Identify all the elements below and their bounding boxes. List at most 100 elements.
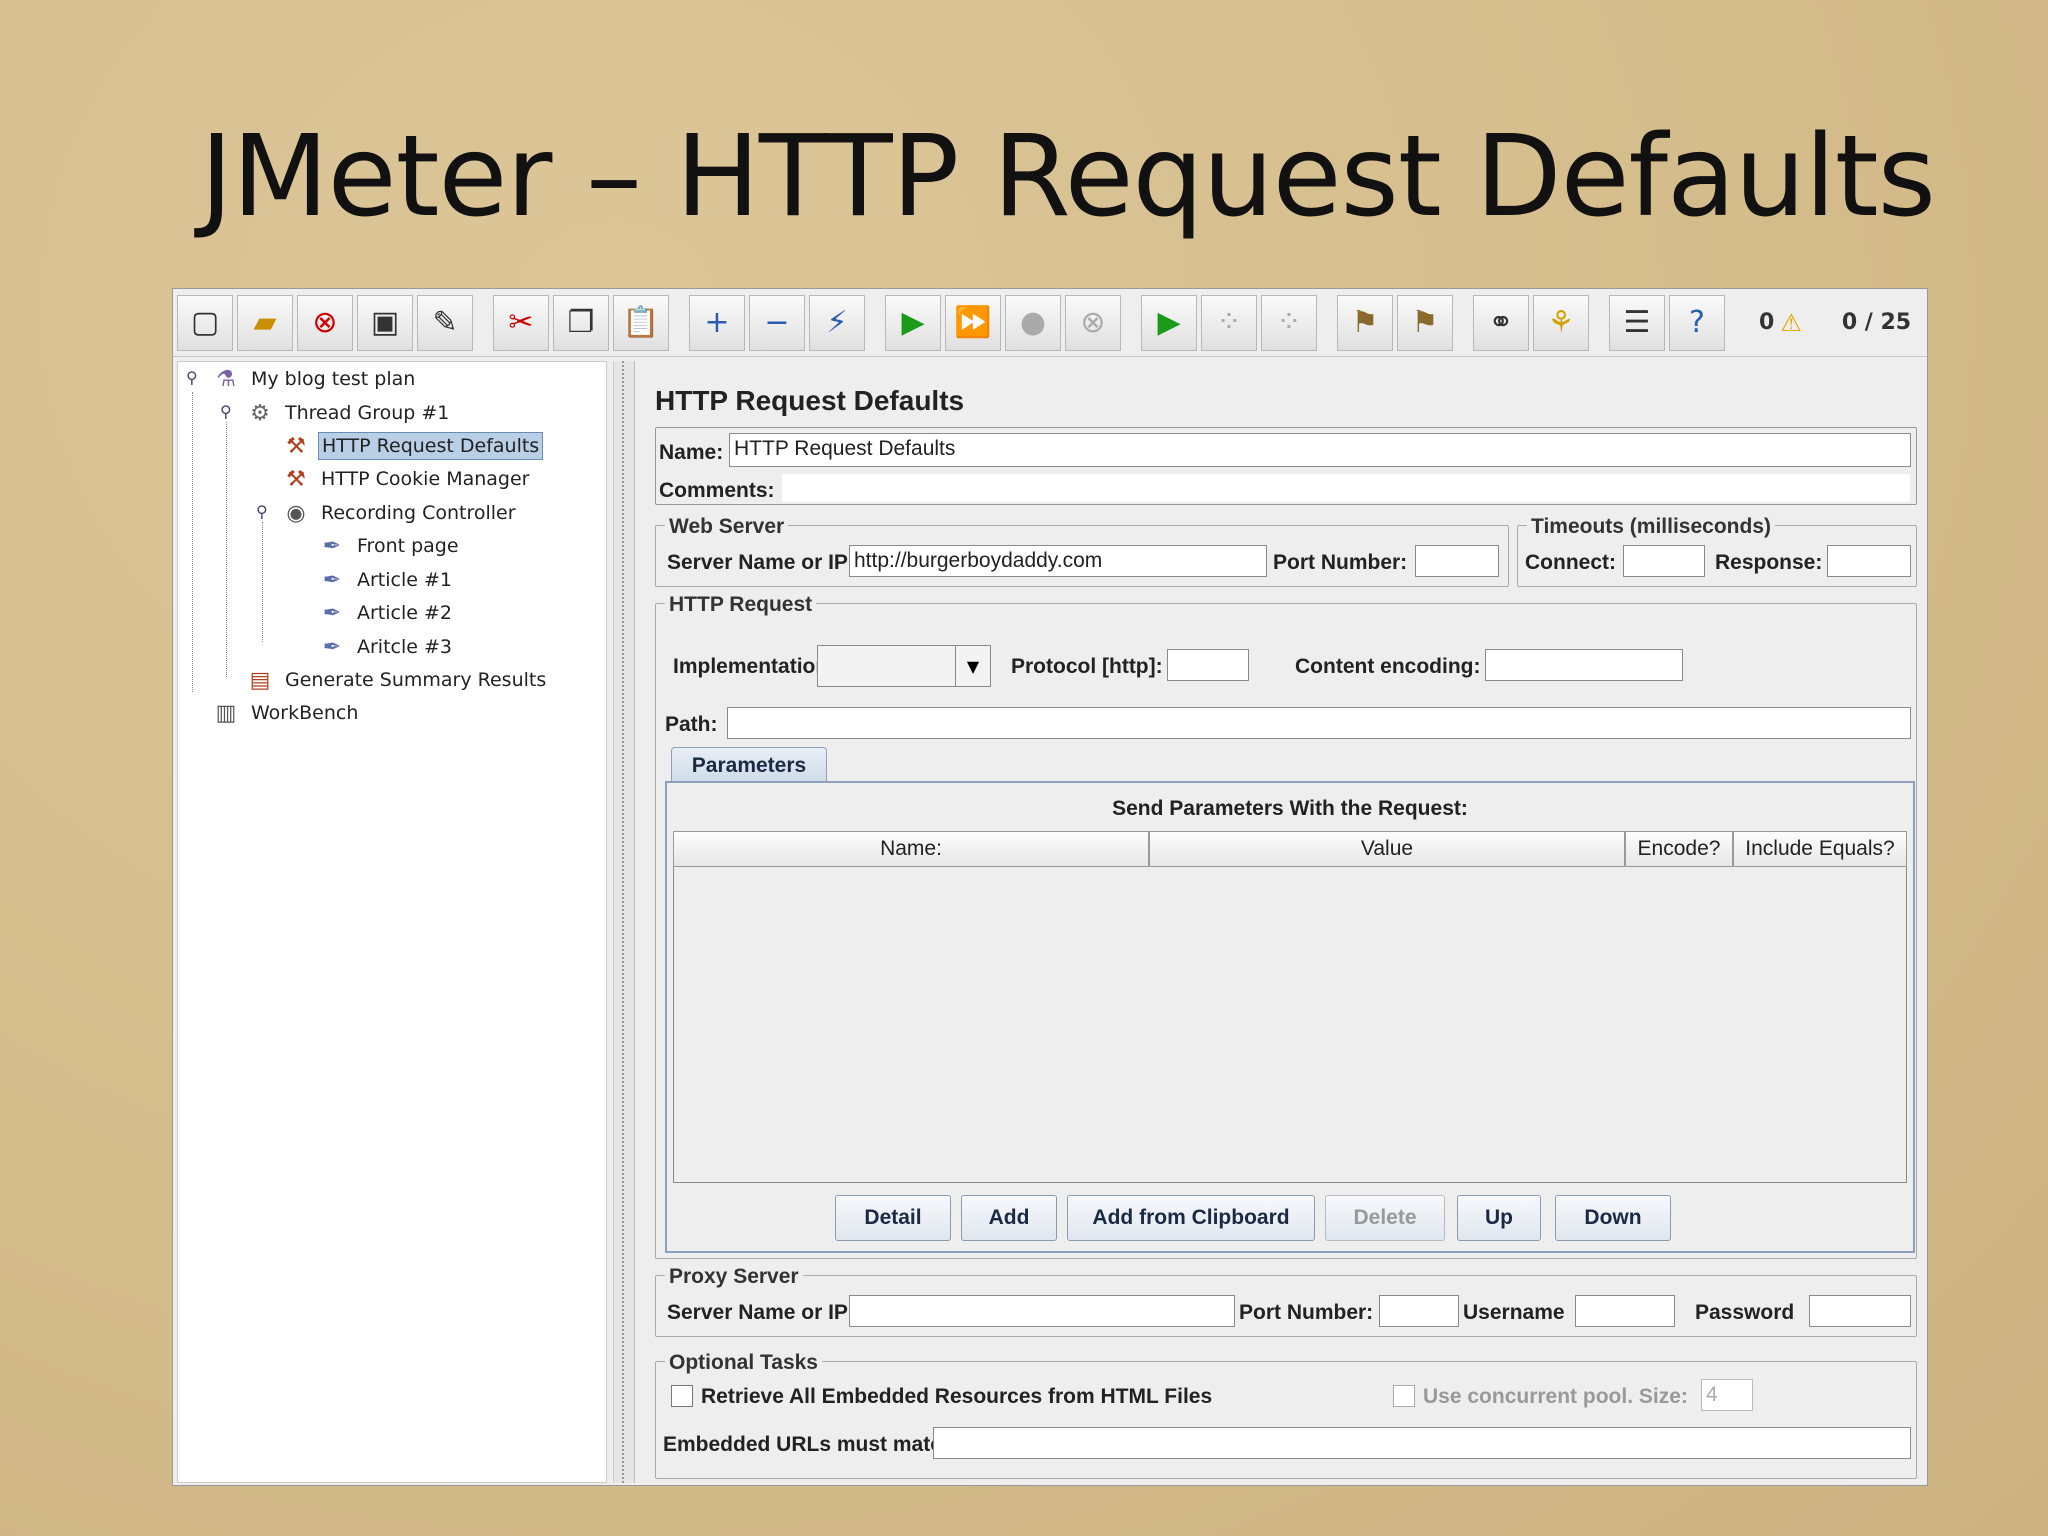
port-number-field[interactable] xyxy=(1415,545,1499,577)
tree-node-front-page[interactable]: ✒ Front page xyxy=(318,531,462,561)
down-button[interactable]: Down xyxy=(1555,1195,1671,1241)
comments-label: Comments: xyxy=(659,479,775,502)
comments-field[interactable] xyxy=(781,473,1911,503)
test-plan-icon: ⚗ xyxy=(216,366,236,392)
start-no-pause-icon[interactable]: ⏩ xyxy=(945,294,1001,351)
tree-node-cookie-manager[interactable]: ⚒ HTTP Cookie Manager xyxy=(282,464,532,494)
concurrent-pool-size-field[interactable]: 4 xyxy=(1701,1379,1753,1411)
tree-node-workbench[interactable]: ▥ WorkBench xyxy=(212,698,361,728)
sampler-icon: ✒ xyxy=(322,533,342,559)
search-icon[interactable]: ⚭ xyxy=(1473,294,1529,351)
copy-icon[interactable]: ❐ xyxy=(553,294,609,351)
name-label: Name: xyxy=(659,441,724,464)
add-from-clipboard-button[interactable]: Add from Clipboard xyxy=(1067,1195,1315,1241)
stop-icon[interactable]: ● xyxy=(1005,294,1061,351)
proxy-password-label: Password xyxy=(1695,1301,1795,1324)
controller-icon: ◉ xyxy=(286,500,306,526)
tree-node-article-1[interactable]: ✒ Article #1 xyxy=(318,565,455,595)
remote-stop-icon[interactable]: ⁘ xyxy=(1201,294,1257,351)
cut-icon[interactable]: ✂ xyxy=(493,294,549,351)
implementation-label: Implementation: xyxy=(673,655,836,678)
remote-shutdown-icon[interactable]: ⁘ xyxy=(1261,294,1317,351)
parameters-table[interactable] xyxy=(673,831,1907,1183)
response-timeout-field[interactable] xyxy=(1827,545,1911,577)
detail-button[interactable]: Detail xyxy=(835,1195,951,1241)
proxy-port-label: Port Number: xyxy=(1239,1301,1374,1324)
column-header-include-equals[interactable]: Include Equals? xyxy=(1733,831,1907,867)
sampler-icon: ✒ xyxy=(322,634,342,660)
open-icon[interactable]: ▰ xyxy=(237,294,293,351)
column-header-value[interactable]: Value xyxy=(1149,831,1625,867)
server-name-label: Server Name or IP: xyxy=(667,551,855,574)
up-button[interactable]: Up xyxy=(1457,1195,1541,1241)
expand-icon[interactable]: + xyxy=(689,294,745,351)
proxy-username-field[interactable] xyxy=(1575,1295,1675,1327)
expand-handle[interactable]: ⚲ xyxy=(256,504,268,520)
add-button[interactable]: Add xyxy=(961,1195,1057,1241)
sampler-icon: ✒ xyxy=(322,600,342,626)
http-request-defaults-panel: HTTP Request Defaults Name: HTTP Request… xyxy=(641,361,1925,1483)
jmeter-window: ▢ ▰ ⊗ ▣ ✎ ✂ ❐ 📋 + − ⚡ ▶ ⏩ ● ⊗ ▶ ⁘ ⁘ ⚑ ⚑ … xyxy=(172,288,1928,1486)
timeouts-title: Timeouts (milliseconds) xyxy=(1527,515,1775,539)
retrieve-resources-checkbox[interactable] xyxy=(671,1385,693,1407)
protocol-field[interactable] xyxy=(1167,649,1249,681)
warning-icon: ⚠ xyxy=(1780,308,1802,337)
chevron-down-icon[interactable]: ▼ xyxy=(955,646,990,686)
server-name-field[interactable]: http://burgerboydaddy.com xyxy=(849,545,1267,577)
function-helper-icon[interactable]: ☰ xyxy=(1609,294,1665,351)
path-field[interactable] xyxy=(727,707,1911,739)
tree-node-http-request-defaults[interactable]: ⚒ HTTP Request Defaults xyxy=(282,431,544,461)
tree-node-article-3[interactable]: ✒ Aritcle #3 xyxy=(318,632,455,662)
embedded-urls-label: Embedded URLs must match: xyxy=(663,1433,962,1456)
reset-search-icon[interactable]: ⚘ xyxy=(1533,294,1589,351)
proxy-port-field[interactable] xyxy=(1379,1295,1459,1327)
save-icon[interactable]: ▣ xyxy=(357,294,413,351)
new-icon[interactable]: ▢ xyxy=(177,294,233,351)
tree-node-recording-controller[interactable]: ◉ Recording Controller xyxy=(282,498,519,528)
toolbar: ▢ ▰ ⊗ ▣ ✎ ✂ ❐ 📋 + − ⚡ ▶ ⏩ ● ⊗ ▶ ⁘ ⁘ ⚑ ⚑ … xyxy=(173,289,1927,357)
thread-group-icon: ⚙ xyxy=(250,400,270,426)
tree-node-test-plan[interactable]: ⚗ My blog test plan xyxy=(212,364,418,394)
remote-start-icon[interactable]: ▶ xyxy=(1141,294,1197,351)
retrieve-resources-label: Retrieve All Embedded Resources from HTM… xyxy=(701,1385,1213,1408)
help-icon[interactable]: ? xyxy=(1669,294,1725,351)
content-encoding-field[interactable] xyxy=(1485,649,1683,681)
connect-timeout-field[interactable] xyxy=(1623,545,1705,577)
expand-handle[interactable]: ⚲ xyxy=(186,370,198,386)
tree-node-thread-group[interactable]: ⚙ Thread Group #1 xyxy=(246,398,452,428)
clear-all-icon[interactable]: ⚑ xyxy=(1397,294,1453,351)
shutdown-icon[interactable]: ⊗ xyxy=(1065,294,1121,351)
listener-icon: ▤ xyxy=(249,667,271,693)
tree-node-article-2[interactable]: ✒ Article #2 xyxy=(318,598,455,628)
start-icon[interactable]: ▶ xyxy=(885,294,941,351)
tab-parameters[interactable]: Parameters xyxy=(671,747,827,783)
tree-node-summary-results[interactable]: ▤ Generate Summary Results xyxy=(246,665,549,695)
proxy-password-field[interactable] xyxy=(1809,1295,1911,1327)
protocol-label: Protocol [http]: xyxy=(1011,655,1163,678)
panel-splitter[interactable] xyxy=(613,361,635,1483)
column-header-encode[interactable]: Encode? xyxy=(1625,831,1733,867)
path-label: Path: xyxy=(665,713,718,736)
toggle-icon[interactable]: ⚡ xyxy=(809,294,865,351)
connect-label: Connect: xyxy=(1525,551,1616,574)
port-number-label: Port Number: xyxy=(1273,551,1408,574)
column-header-name[interactable]: Name: xyxy=(673,831,1149,867)
clear-icon[interactable]: ⚑ xyxy=(1337,294,1393,351)
concurrent-pool-checkbox[interactable] xyxy=(1393,1385,1415,1407)
paste-icon[interactable]: 📋 xyxy=(613,294,669,351)
collapse-icon[interactable]: − xyxy=(749,294,805,351)
error-count: 0 xyxy=(1759,310,1775,335)
proxy-server-title: Proxy Server xyxy=(665,1265,803,1289)
response-label: Response: xyxy=(1715,551,1823,574)
slide-title: JMeter – HTTP Request Defaults xyxy=(200,112,1936,242)
name-field[interactable]: HTTP Request Defaults xyxy=(729,433,1911,467)
proxy-server-field[interactable] xyxy=(849,1295,1235,1327)
expand-handle[interactable]: ⚲ xyxy=(220,404,232,420)
embedded-urls-field[interactable] xyxy=(933,1427,1911,1459)
test-plan-tree: ⚲ ⚲ ⚲ ⚗ My blog test plan ⚙ Thread Group… xyxy=(177,361,607,1483)
config-element-icon: ⚒ xyxy=(286,433,306,459)
close-icon[interactable]: ⊗ xyxy=(297,294,353,351)
config-element-icon: ⚒ xyxy=(286,466,306,492)
save-as-icon[interactable]: ✎ xyxy=(417,294,473,351)
delete-button[interactable]: Delete xyxy=(1325,1195,1445,1241)
